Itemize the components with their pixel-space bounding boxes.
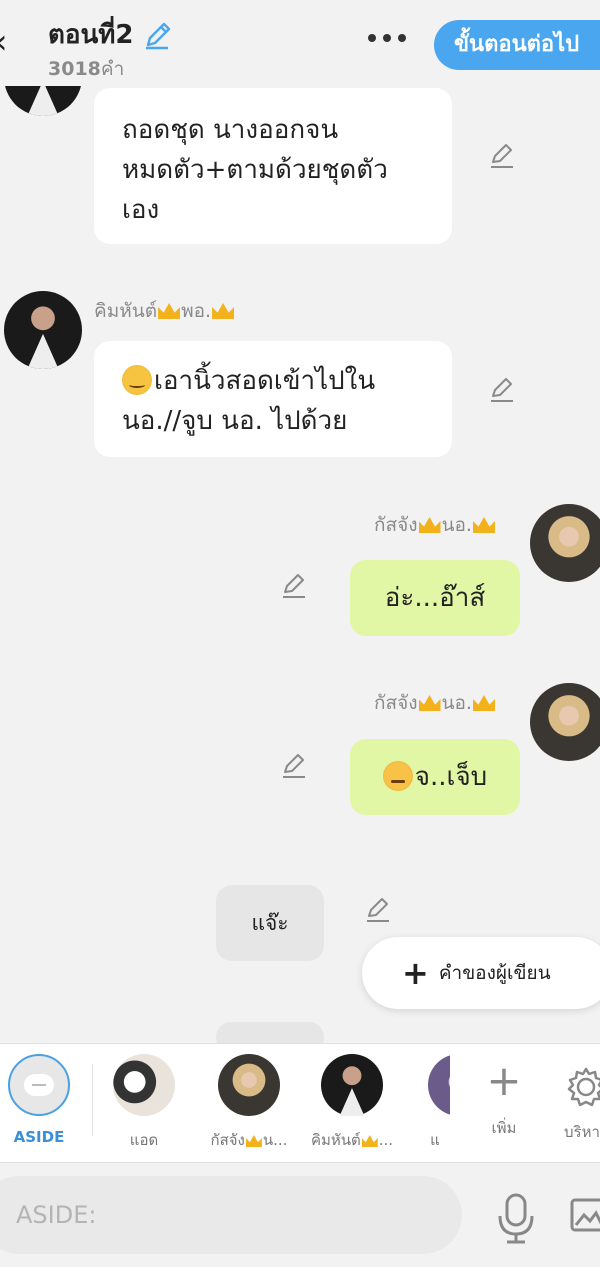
avatar-partial [428,1054,450,1116]
aside-text: แจ๊ะ [251,911,289,935]
character-partial[interactable]: แ [420,1054,450,1152]
writer-note-button[interactable]: + คำของผู้เขียน [362,937,600,1009]
message-text: อ่ะ...อ๊าส์ [384,583,486,613]
input-bar [0,1164,600,1267]
edit-message-icon[interactable] [364,896,392,924]
edit-message-icon[interactable] [488,142,516,170]
character-label: ASIDE [13,1128,65,1146]
crown-icon [418,695,441,711]
next-step-button[interactable]: ขั้นตอนต่อไป [434,20,600,70]
character-label-suffix: น... [262,1131,288,1149]
character-label: คิมหันต์... [304,1128,400,1152]
message-bubble[interactable]: ถอดชุด นางออกจนหมดตัว+ตามด้วยชุดตัวเอง [94,88,452,244]
more-options-icon[interactable] [368,34,406,42]
character-kimhan[interactable]: คิมหันต์... [304,1054,400,1152]
avatar-gusjang[interactable] [530,683,600,761]
character-label: แ [430,1131,440,1149]
smirk-emoji-icon [122,365,152,395]
microphone-icon[interactable] [494,1192,538,1246]
avatar-gusjang[interactable] [530,504,600,582]
writer-note-label: คำของผู้เขียน [438,962,551,984]
avatar-kimhan [321,1054,383,1116]
aside-bubble[interactable]: แจ๊ะ [216,885,324,961]
character-gusjang[interactable]: กัสจัง น... [202,1054,296,1152]
crown-icon [245,1135,262,1147]
manage-button[interactable]: บริหาร [556,1058,600,1144]
sender-name-a: กัสจัง [374,514,418,536]
character-label-suffix: ... [378,1131,394,1149]
chat-screen: ‹ ตอนที่2 3018คำ ขั้นตอนต่อไป ถอดชุด นาง… [0,0,600,1267]
character-admin[interactable]: แอด [112,1054,176,1152]
sender-name-a: คิมหันต์ [94,300,158,322]
character-aside[interactable]: ASIDE [6,1054,72,1146]
title-wrap: ตอนที่2 [48,14,174,55]
message-text: จ..เจ็บ [414,762,488,792]
plus-icon: + [486,1056,522,1105]
divider [92,1064,93,1136]
message-bubble[interactable]: จ..เจ็บ [350,739,520,815]
word-count-unit: คำ [100,58,125,80]
character-label: กัสจัง น... [202,1128,296,1152]
edit-message-icon[interactable] [488,376,516,404]
crown-icon [472,517,495,533]
edit-title-icon[interactable] [142,19,174,51]
word-count-value: 3018 [48,58,101,80]
header: ‹ ตอนที่2 3018คำ ขั้นตอนต่อไป [0,0,600,86]
chevron-left-icon[interactable]: ‹ [0,22,24,62]
crown-icon [212,303,235,319]
message-text: ถอดชุด นางออกจนหมดตัว+ตามด้วยชุดตัวเอง [122,115,388,225]
plus-icon: + [402,954,429,992]
page-title: ตอนที่2 [48,20,134,50]
character-label: แอด [129,1131,159,1149]
pained-emoji-icon [382,761,413,791]
sender-name: คิมหันต์ พอ. [94,296,235,326]
sender-name-b: พอ. [181,300,212,322]
avatar-gusjang [218,1054,280,1116]
sender-name-b: นอ. [441,514,472,536]
edit-message-icon[interactable] [280,572,308,600]
message-input[interactable] [0,1176,462,1254]
avatar-kimhan[interactable] [4,291,82,369]
tool-label: บริหาร [564,1123,600,1141]
message-bubble[interactable]: เอานิ้วสอดเข้าไปในนอ.//จูบ นอ. ไปด้วย [94,341,452,457]
character-bar: ASIDE แอด กัสจัง น... คิมหันต์... แ + เพิ… [0,1043,600,1163]
crown-icon [472,695,495,711]
image-icon[interactable] [570,1197,600,1233]
message-bubble[interactable]: อ่ะ...อ๊าส์ [350,560,520,636]
sender-name: กัสจัง นอ. [374,510,496,540]
edit-message-icon[interactable] [280,752,308,780]
character-label-text: กัสจัง [210,1131,245,1149]
sender-name: กัสจัง นอ. [374,688,496,718]
avatar-admin [113,1054,175,1116]
gear-icon [567,1067,600,1107]
crown-icon [158,303,181,319]
word-count: 3018คำ [48,54,124,84]
sender-name-a: กัสจัง [374,692,418,714]
tool-label: เพิ่ม [491,1119,517,1137]
crown-icon [361,1135,378,1147]
message-text: เอานิ้วสอดเข้าไปในนอ.//จูบ นอ. ไปด้วย [122,366,376,436]
crown-icon [418,517,441,533]
add-character-button[interactable]: + เพิ่ม [476,1058,532,1140]
aside-icon [8,1054,70,1116]
character-label-text: คิมหันต์ [310,1131,361,1149]
sender-name-b: นอ. [441,692,472,714]
